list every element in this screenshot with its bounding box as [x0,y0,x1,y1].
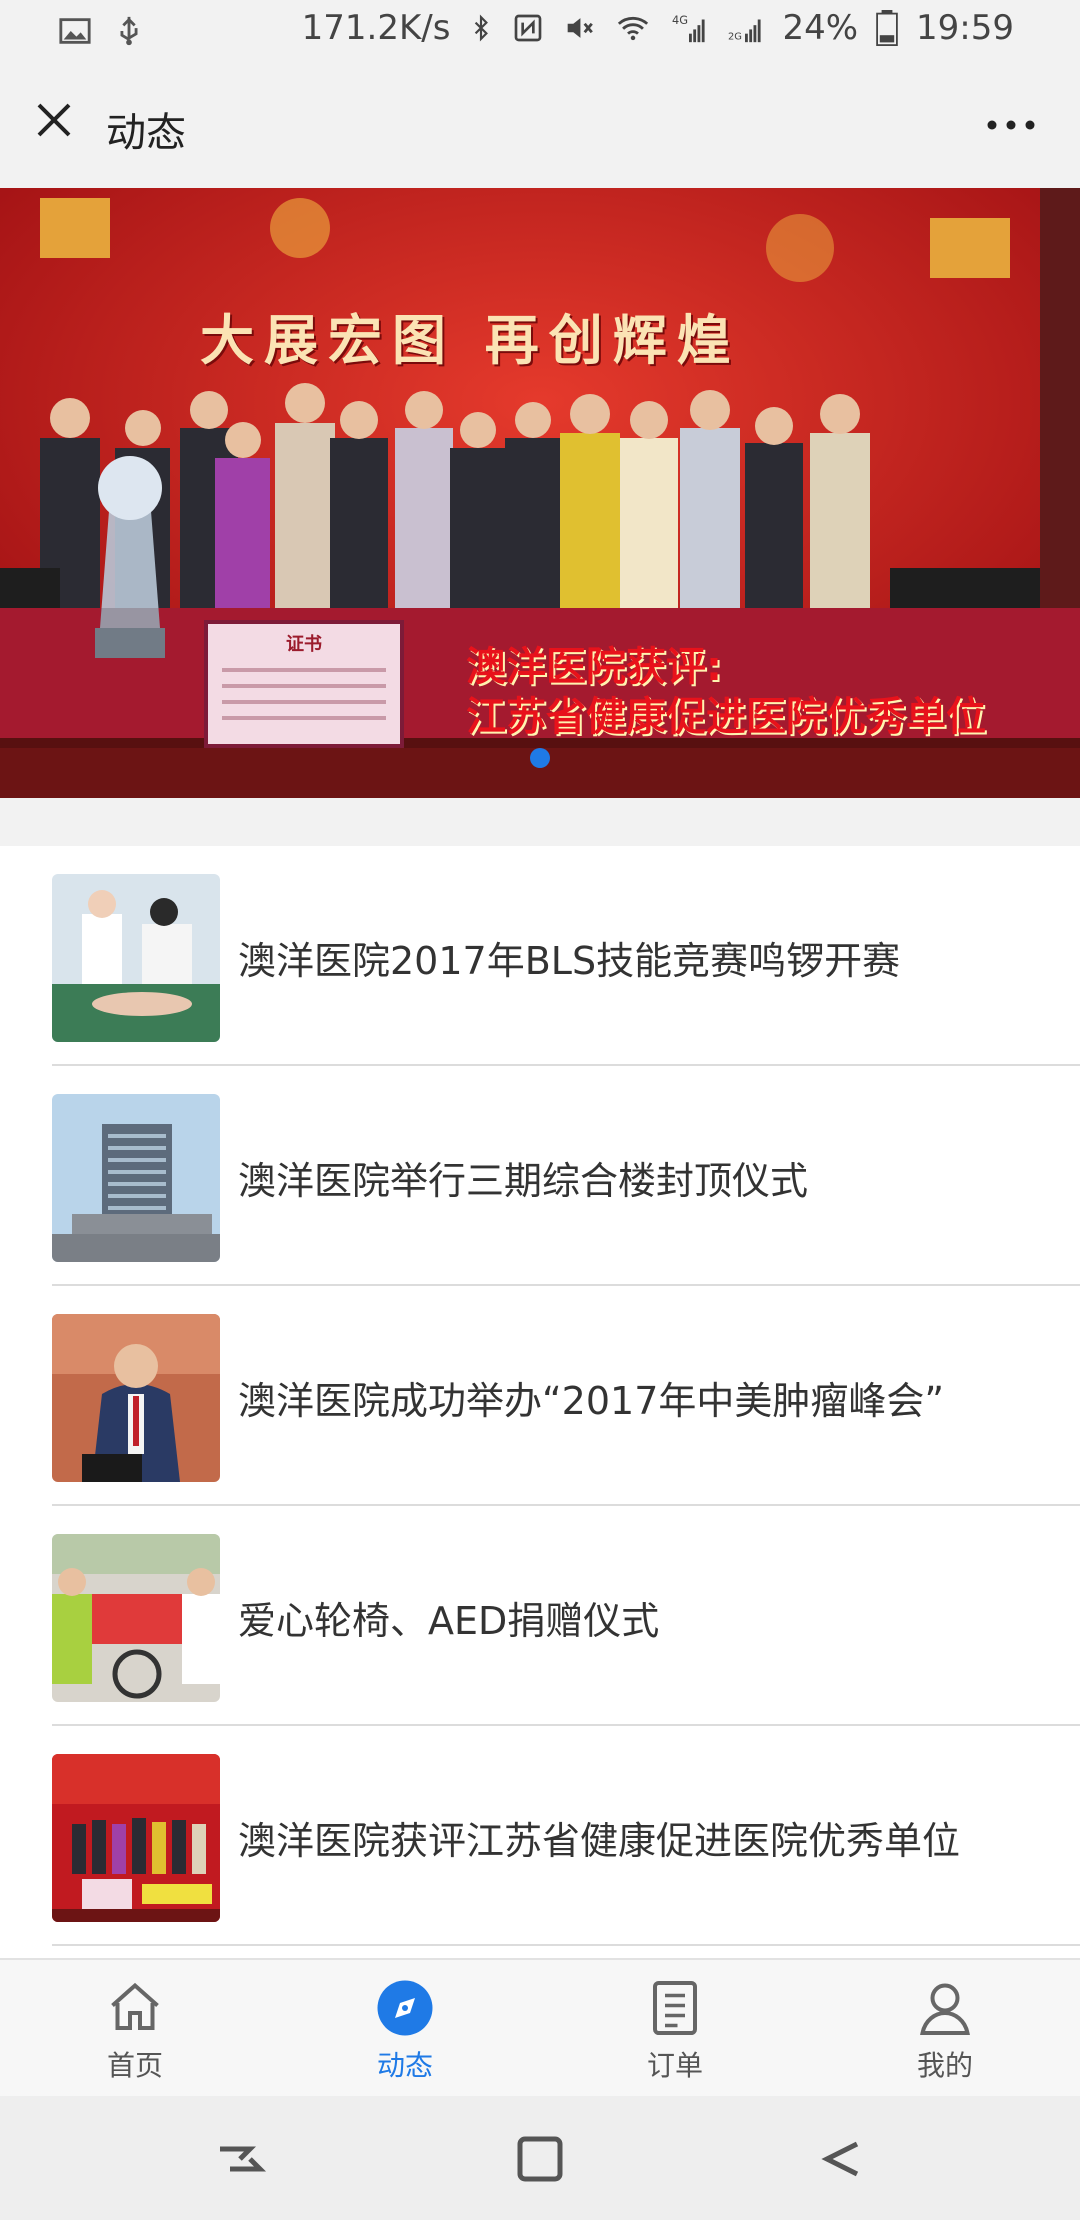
banner-caption: 澳洋医院获评: 江苏省健康促进医院优秀单位 [466,642,986,742]
news-item[interactable]: 澳洋医院举行三期综合楼封顶仪式 [52,1066,1080,1286]
news-item[interactable]: 澳洋医院获评江苏省健康促进医院优秀单位 [52,1726,1080,1946]
news-item[interactable]: 澳洋医院2017年BLS技能竞赛鸣锣开赛 [52,846,1080,1066]
certificate-image: 证书 [204,620,404,748]
network-speed: 171.2K/s [301,8,451,48]
page-title: 动态 [106,110,186,156]
nav-label: 动态 [376,2049,433,2082]
back-icon[interactable] [812,2134,872,2184]
building-photo [52,1094,220,1262]
system-nav-bar [0,2096,1080,2220]
nav-feed[interactable]: 动态 [270,1978,540,2098]
news-list: 澳洋医院2017年BLS技能竞赛鸣锣开赛 澳洋医院举行三期综合楼封顶仪式 澳洋医… [0,846,1080,1946]
orders-icon [653,1981,697,2035]
clock: 19:59 [916,8,1014,48]
nav-home[interactable]: 首页 [0,1978,270,2098]
bls-training-photo [52,874,220,1042]
speaker-photo [52,1314,220,1482]
home-button-icon[interactable] [510,2134,570,2184]
nav-label: 我的 [916,2049,973,2082]
news-title: 澳洋医院举行三期综合楼封顶仪式 [238,1159,809,1203]
section-divider [0,798,1080,846]
news-title: 澳洋医院成功举办“2017年中美肿瘤峰会” [238,1379,945,1423]
image-icon [59,18,91,44]
nav-label: 首页 [106,2049,163,2082]
nav-orders[interactable]: 订单 [540,1978,810,2098]
certificate-line [222,700,386,704]
news-title: 爱心轮椅、AED捐赠仪式 [238,1599,660,1643]
certificate-line [222,668,386,672]
certificate-line [222,684,386,688]
banner-carousel[interactable]: 大展宏图 再创辉煌 证书 澳洋医院获评: 江苏省健康促进医院优秀单位 [0,188,1080,798]
certificate-title: 证书 [286,634,322,655]
more-button[interactable] [976,100,1046,150]
svg-text:2G: 2G [728,31,742,42]
signal-4g-icon: 4G [672,13,706,43]
nav-label: 订单 [646,2049,703,2082]
close-icon [37,103,71,137]
banner-slogan: 大展宏图 再创辉煌 [200,308,741,372]
more-icon [987,120,1035,130]
usb-icon [120,16,138,46]
app-bar: 动态 [0,64,1080,188]
news-item[interactable]: 爱心轮椅、AED捐赠仪式 [52,1506,1080,1726]
news-item[interactable]: 澳洋医院成功举办“2017年中美肿瘤峰会” [52,1286,1080,1506]
nav-profile[interactable]: 我的 [810,1978,1080,2098]
recents-icon[interactable] [210,2134,270,2184]
battery-percent: 24% [782,8,859,48]
news-title: 澳洋医院获评江苏省健康促进医院优秀单位 [238,1819,961,1863]
svg-text:4G: 4G [672,13,688,27]
compass-icon [377,1980,433,2036]
mute-icon [568,18,594,38]
news-title: 澳洋医院2017年BLS技能竞赛鸣锣开赛 [238,939,901,983]
nfc-icon [515,14,542,42]
certificate-line [222,716,386,720]
profile-icon [920,1983,970,2035]
award-photo [52,1754,220,1922]
carousel-dot-active[interactable] [530,748,550,768]
wifi-icon [618,16,649,41]
signal-2g-icon: 2G [728,19,762,42]
bottom-nav: 首页 动态 订单 我的 [0,1958,1080,2098]
home-icon [111,1982,159,2030]
close-button[interactable] [24,90,84,150]
donation-photo [52,1534,220,1702]
battery-icon [876,10,898,46]
bluetooth-icon [475,14,489,42]
banner-caption-line1: 澳洋医院获评: [466,644,722,690]
banner-caption-line2: 江苏省健康促进医院优秀单位 [466,694,986,740]
status-bar: 171.2K/s 4G 2G 24% 19:59 [0,0,1080,64]
